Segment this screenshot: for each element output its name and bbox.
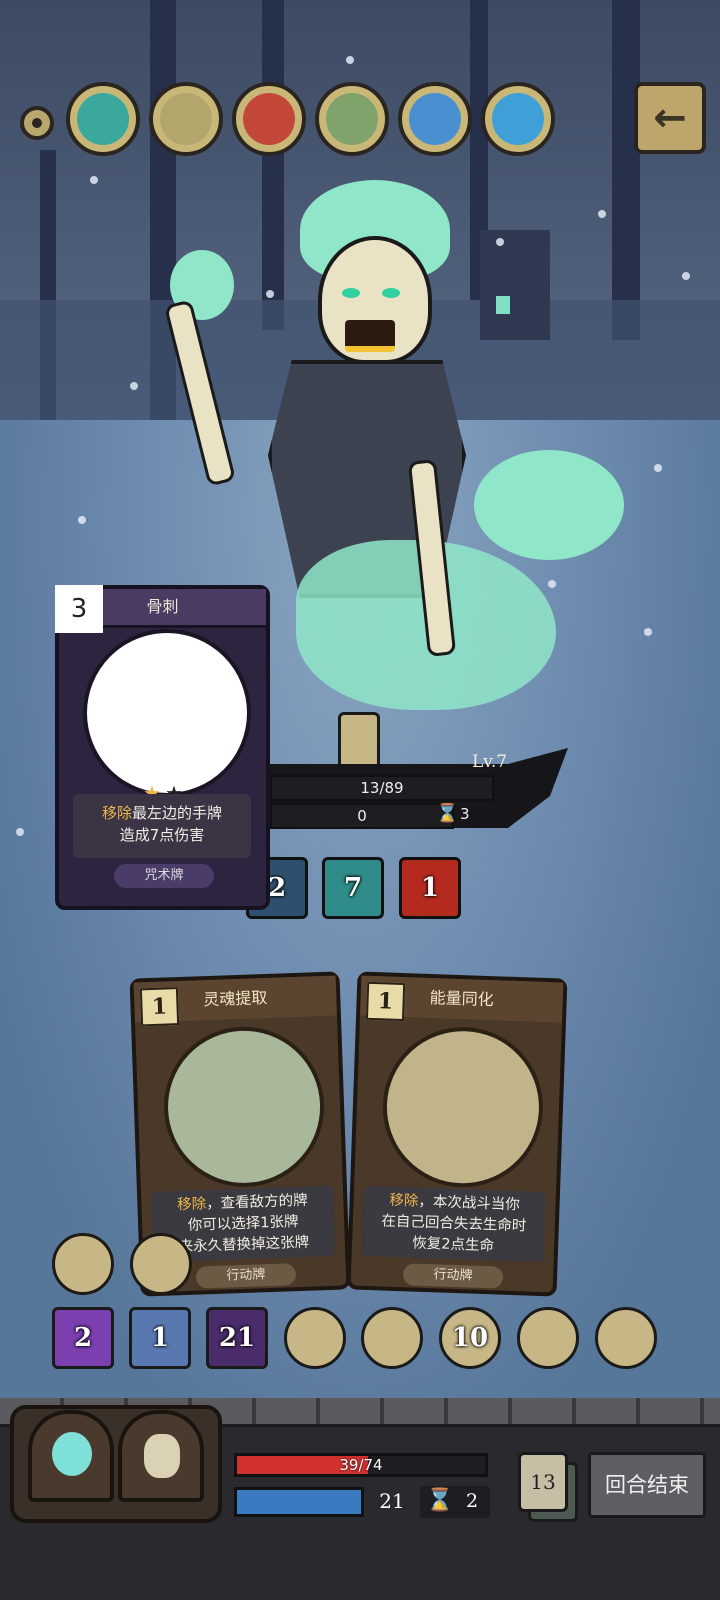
- card-cost: 1: [365, 981, 406, 1022]
- red-flower-small-relic-icon[interactable]: [52, 1233, 114, 1295]
- ghost-companion-portrait[interactable]: [28, 1410, 114, 1502]
- buff-hooded-figure[interactable]: 1: [129, 1307, 191, 1369]
- red-blue-swirl-relic-icon[interactable]: [232, 82, 306, 156]
- buff-purple-shadow[interactable]: 21: [206, 1307, 268, 1369]
- blue-dragon-relic-icon[interactable]: [481, 82, 555, 156]
- enemy-card-preview[interactable]: 骨刺 ★ ★ 移除最左边的手牌 造成7点伤害 咒术牌: [55, 585, 270, 910]
- hooded-figure-icon: 1: [150, 1323, 170, 1353]
- scythe-small-relic-icon[interactable]: [130, 1233, 192, 1295]
- skeleton-player-portrait[interactable]: [118, 1410, 204, 1502]
- enemy-card-cost: 3: [55, 585, 103, 633]
- back-arrow-button[interactable]: ←: [634, 82, 706, 154]
- draw-pile[interactable]: 13: [518, 1452, 568, 1512]
- map-dot-button[interactable]: [20, 106, 54, 140]
- red-demon-icon: 1: [420, 873, 440, 903]
- enemy-marker: [338, 712, 380, 770]
- card-art: [161, 1024, 327, 1190]
- enemy-turns: 3: [460, 805, 470, 823]
- treasure-relic-icon: 10: [451, 1323, 489, 1353]
- red-flower-relic-icon[interactable]: [66, 82, 140, 156]
- player-hp-bar: 39/74: [234, 1453, 488, 1477]
- claw-slash-icon: 2: [267, 873, 287, 903]
- enemy-status: 13/89 0 ⌛ 3: [270, 765, 560, 835]
- card-cost: 1: [139, 987, 180, 1027]
- armor-shirt-icon: 7: [343, 873, 363, 903]
- buff-treasure[interactable]: 10: [439, 1307, 501, 1369]
- purple-eye-icon: 2: [73, 1323, 93, 1353]
- buff-purple-eye[interactable]: 2: [52, 1307, 114, 1369]
- player-hp-text: 39/74: [339, 1456, 383, 1474]
- card-description: 移除最左边的手牌 造成7点伤害: [73, 794, 251, 858]
- card-art: [83, 629, 251, 797]
- blue-wind-relic-icon[interactable]: [398, 82, 472, 156]
- hourglass-icon: ⌛: [426, 1488, 454, 1513]
- player-energy-bar: [234, 1487, 364, 1517]
- card-art: [380, 1024, 546, 1190]
- pocket-watch-relic-icon[interactable]: [595, 1307, 657, 1369]
- purple-shadow-icon: 21: [218, 1323, 256, 1353]
- hand-card-energy-assimilate[interactable]: 能量同化 1 移除，本次战斗当你 在自己回合失去生命时 恢复2点生命 行动牌: [346, 971, 568, 1297]
- enemy-shield: 0: [270, 803, 454, 829]
- chest-relic-icon[interactable]: [361, 1307, 423, 1369]
- card-description: 移除，本次战斗当你 在自己回合失去生命时 恢复2点生命: [361, 1185, 547, 1263]
- green-spirit-relic-icon[interactable]: [315, 82, 389, 156]
- arrow-left-icon: ←: [653, 95, 687, 141]
- card-type: 行动牌: [402, 1263, 504, 1289]
- player-turns: 2: [466, 1490, 479, 1512]
- enemy-hp: 13/89: [270, 775, 494, 801]
- player-energy-value: 21: [379, 1489, 405, 1513]
- deck-count: 13: [530, 1470, 556, 1494]
- card-type: 行动牌: [195, 1263, 297, 1289]
- end-turn-button[interactable]: 回合结束: [588, 1452, 706, 1518]
- intent-demon[interactable]: 1: [399, 857, 461, 919]
- witch-relic-icon[interactable]: [284, 1307, 346, 1369]
- intent-armor[interactable]: 7: [322, 857, 384, 919]
- card-type: 咒术牌: [114, 864, 214, 888]
- hourglass-icon: ⌛: [436, 803, 459, 824]
- fist-relic-icon[interactable]: [149, 82, 223, 156]
- wizard-relic-icon[interactable]: [517, 1307, 579, 1369]
- turn-counter: ⌛ 2: [420, 1486, 490, 1518]
